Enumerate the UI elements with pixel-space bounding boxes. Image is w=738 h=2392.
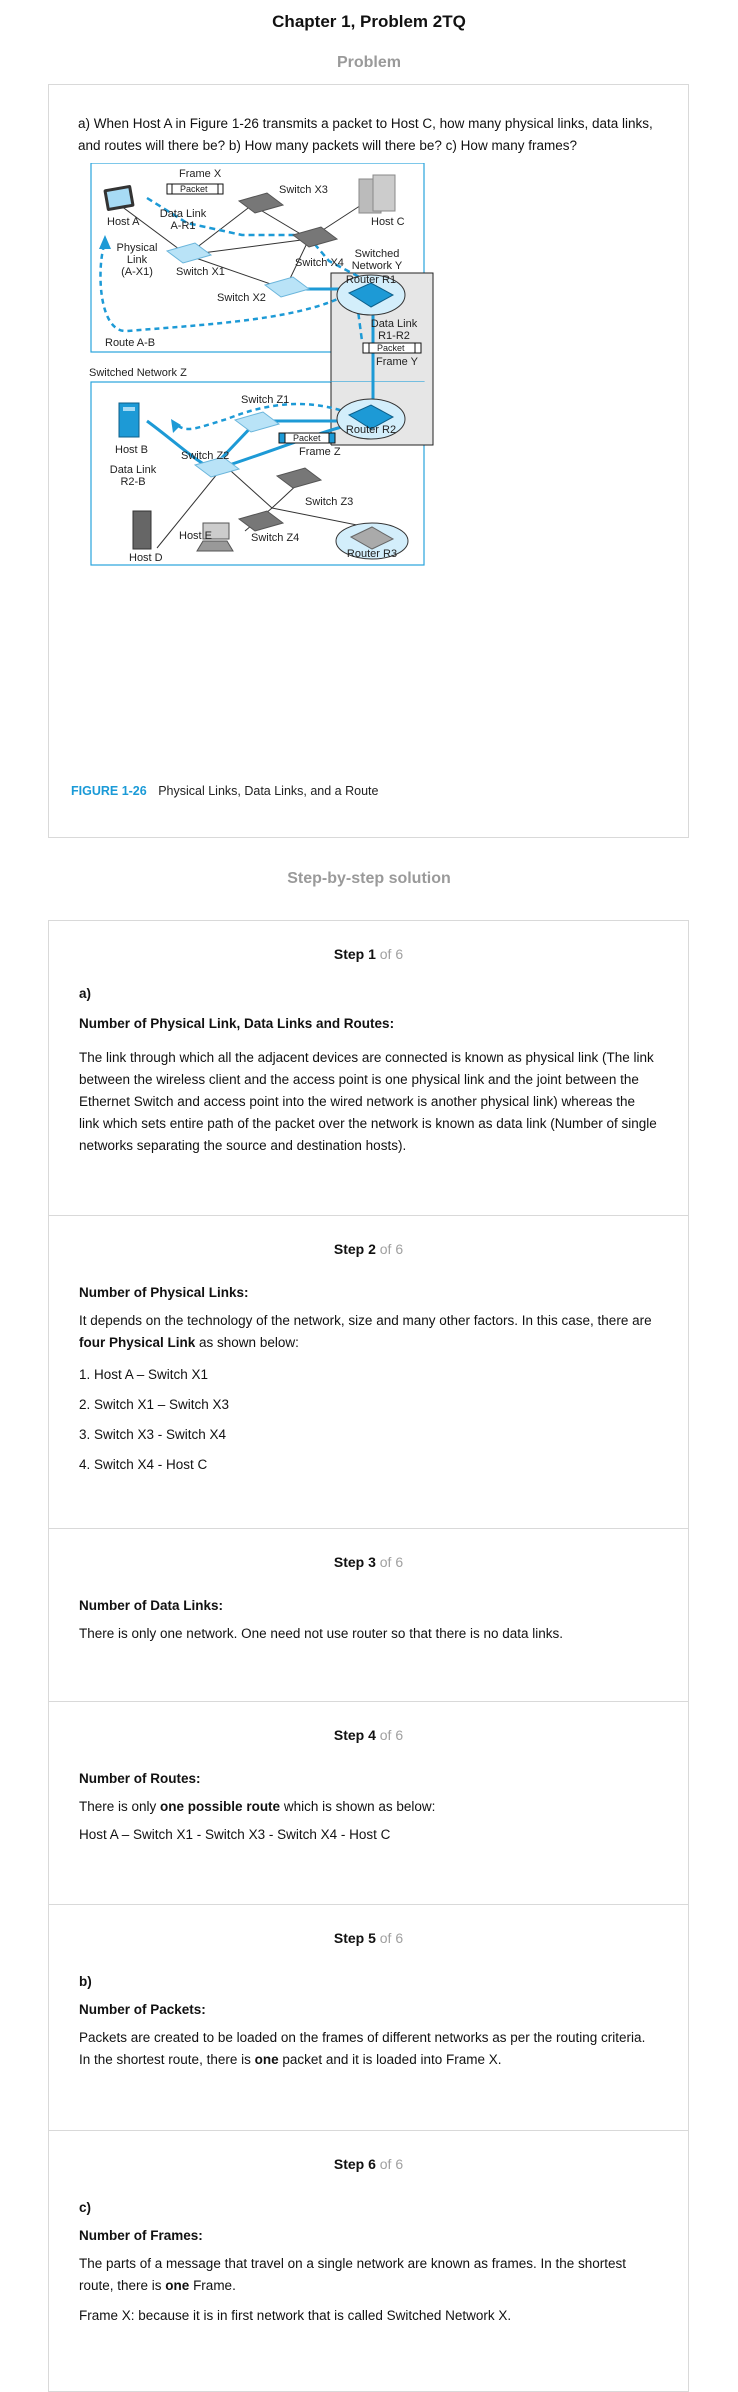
- step-5: Step 5 of 6 b) Number of Packets: Packet…: [49, 1915, 688, 2131]
- step-5-heading: Number of Packets:: [79, 2002, 206, 2017]
- step-4-title: Step 4: [333, 1727, 376, 1743]
- svg-text:Host D: Host D: [129, 552, 163, 564]
- step-5-title: Step 5: [333, 1930, 376, 1946]
- step-1-part: a): [79, 986, 92, 1001]
- page-title: Chapter 1, Problem 2TQ: [272, 12, 466, 31]
- step-1-heading: Number of Physical Link, Data Links and …: [79, 1016, 395, 1031]
- svg-text:A-R1: A-R1: [170, 220, 195, 232]
- physical-link-item: 1. Host A – Switch X1: [79, 1367, 209, 1382]
- problem-text: a) When Host A in Figure 1-26 transmits …: [78, 116, 653, 153]
- steps-container: Step 1 of 6 a) Number of Physical Link, …: [48, 920, 689, 2392]
- step-6-title: Step 6: [333, 2156, 376, 2172]
- step-6-text: The parts of a message that travel on a …: [79, 2256, 627, 2293]
- solution-heading: Step-by-step solution: [287, 870, 451, 887]
- svg-text:Host E: Host E: [179, 530, 212, 542]
- figure-caption: FIGURE 1-26 Physical Links, Data Links, …: [71, 780, 378, 802]
- step-1-title: Step 1: [333, 946, 376, 962]
- step-2-heading: Number of Physical Links:: [79, 1285, 249, 1300]
- svg-text:Link: Link: [127, 254, 148, 266]
- svg-text:Router R3: Router R3: [347, 548, 397, 560]
- svg-text:Switch Z1: Switch Z1: [241, 394, 289, 406]
- svg-text:Route A-B: Route A-B: [105, 337, 155, 349]
- step-3-heading: Number of Data Links:: [79, 1598, 224, 1613]
- svg-text:Switch Z2: Switch Z2: [181, 450, 229, 462]
- svg-text:Data Link: Data Link: [160, 208, 207, 220]
- svg-text:Frame Z: Frame Z: [299, 446, 341, 458]
- svg-text:Host B: Host B: [115, 444, 148, 456]
- step-4-route: Host A – Switch X1 - Switch X3 - Switch …: [79, 1827, 391, 1842]
- svg-text:Switch X4: Switch X4: [295, 257, 344, 269]
- problem-heading: Problem: [336, 54, 401, 71]
- step-6-text-2: Frame X: because it is in first network …: [79, 2308, 512, 2323]
- svg-text:Packet: Packet: [293, 433, 321, 443]
- step-6-part: c): [79, 2200, 92, 2215]
- step-3-title: Step 3: [333, 1554, 376, 1570]
- physical-link-item: 4. Switch X4 - Host C: [79, 1457, 208, 1472]
- host-c-icon: [358, 174, 396, 214]
- svg-text:Physical: Physical: [117, 242, 158, 254]
- step-1-text: The link through which all the adjacent …: [79, 1050, 657, 1153]
- svg-text:Host A: Host A: [107, 216, 140, 228]
- problem-card: a) When Host A in Figure 1-26 transmits …: [48, 84, 689, 838]
- step-5-text: Packets are created to be loaded on the …: [79, 2030, 646, 2067]
- step-4-text: There is only one possible route which i…: [79, 1799, 436, 1814]
- svg-text:Switch Z4: Switch Z4: [251, 532, 299, 544]
- svg-text:Host C: Host C: [371, 216, 405, 228]
- step-4: Step 4 of 6 Number of Routes: There is o…: [49, 1712, 688, 1905]
- step-2-title: Step 2: [333, 1241, 376, 1257]
- label-frame-x: Frame X: [179, 168, 222, 180]
- network-figure: Frame X Packet Host A Data Link A-R1 Phy…: [89, 163, 434, 566]
- svg-text:Switch X2: Switch X2: [217, 292, 266, 304]
- svg-text:Switch X1: Switch X1: [176, 266, 225, 278]
- svg-text:Data Link: Data Link: [110, 464, 157, 476]
- svg-text:Switched: Switched: [355, 248, 400, 260]
- step-5-part: b): [79, 1974, 92, 1989]
- physical-link-item: 3. Switch X3 - Switch X4: [79, 1427, 227, 1442]
- step-4-heading: Number of Routes:: [79, 1771, 201, 1786]
- svg-text:Switch Z3: Switch Z3: [305, 496, 353, 508]
- svg-text:Router R1: Router R1: [346, 274, 396, 286]
- step-6-heading: Number of Frames:: [79, 2228, 203, 2243]
- svg-text:Switch X3: Switch X3: [279, 184, 328, 196]
- figure-caption-text: Physical Links, Data Links, and a Route: [158, 784, 379, 798]
- svg-text:Switched Network Z: Switched Network Z: [89, 367, 187, 379]
- step-2-text: It depends on the technology of the netw…: [79, 1313, 652, 1350]
- svg-text:Packet: Packet: [180, 184, 208, 194]
- svg-text:Frame Y: Frame Y: [376, 356, 419, 368]
- step-2: Step 2 of 6 Number of Physical Links: It…: [49, 1226, 688, 1529]
- svg-text:Network Y: Network Y: [352, 260, 403, 272]
- physical-link-item: 2. Switch X1 – Switch X3: [79, 1397, 230, 1412]
- svg-text:R1-R2: R1-R2: [378, 330, 410, 342]
- figure-caption-number: FIGURE 1-26: [71, 784, 147, 798]
- svg-text:(A-X1): (A-X1): [121, 266, 153, 278]
- host-b-icon: [118, 402, 140, 438]
- step-3-text: There is only one network. One need not …: [79, 1626, 564, 1641]
- step-6: Step 6 of 6 c) Number of Frames: The par…: [49, 2141, 688, 2391]
- svg-text:Data Link: Data Link: [371, 318, 418, 330]
- step-1: Step 1 of 6 a) Number of Physical Link, …: [49, 931, 688, 1216]
- step-3: Step 3 of 6 Number of Data Links: There …: [49, 1539, 688, 1702]
- host-d-icon: [132, 510, 152, 550]
- svg-text:Packet: Packet: [377, 343, 405, 353]
- svg-text:R2-B: R2-B: [120, 476, 145, 488]
- svg-text:Router R2: Router R2: [346, 424, 396, 436]
